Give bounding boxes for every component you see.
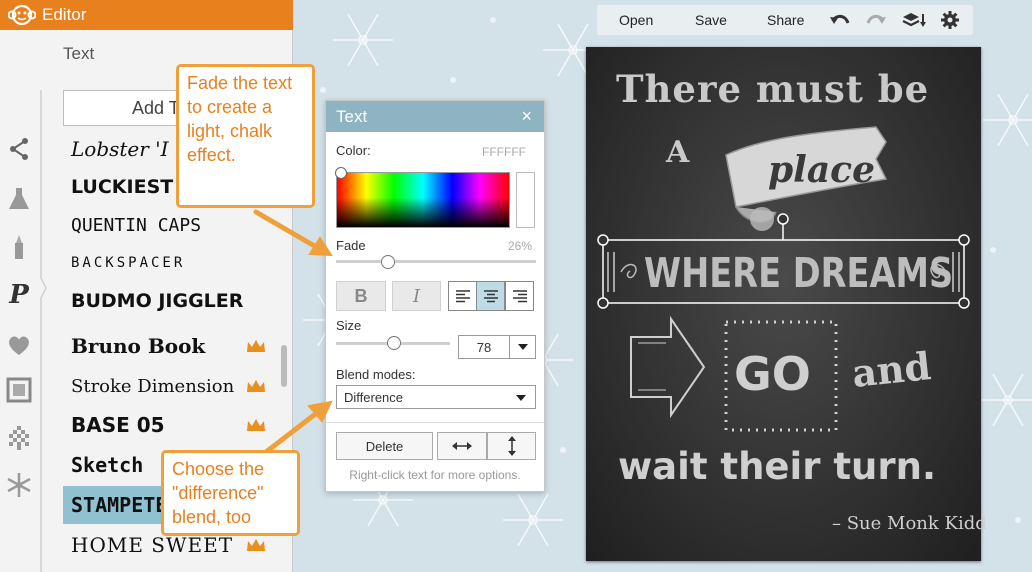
font-list-scrollbar[interactable] xyxy=(281,345,287,387)
font-item-budmo-jiggler[interactable]: BUDMO JIGGLER xyxy=(63,282,279,320)
effects-icon[interactable] xyxy=(4,134,34,164)
align-center-icon xyxy=(483,290,498,303)
color-picker-handle[interactable] xyxy=(335,167,347,179)
font-item-label: STAMPETE xyxy=(71,493,168,517)
poster-line-3: WHERE DREAMS xyxy=(644,249,954,297)
undo-icon[interactable] xyxy=(829,5,851,35)
bold-button[interactable]: B xyxy=(336,281,386,311)
delete-button[interactable]: Delete xyxy=(336,432,433,460)
poster-line-1: There must be xyxy=(616,67,930,111)
font-item-label: BUDMO JIGGLER xyxy=(71,290,244,312)
app-title: Editor xyxy=(42,5,87,24)
fade-slider-knob[interactable] xyxy=(381,255,395,269)
font-item-base-05[interactable]: BASE 05 xyxy=(63,406,279,444)
size-slider-knob[interactable] xyxy=(387,336,401,350)
blend-tip-callout: Choose the "difference" blend, too xyxy=(161,450,300,536)
flip-horizontal-button[interactable] xyxy=(437,432,487,460)
poster-line-2b: place xyxy=(768,149,875,191)
font-item-label: BASE 05 xyxy=(71,413,165,437)
align-left-button[interactable] xyxy=(448,281,477,311)
top-toolbar: Open Save Share xyxy=(597,5,973,35)
size-dropdown[interactable]: 78 xyxy=(458,335,536,359)
blend-mode-dropdown[interactable]: Difference xyxy=(336,385,536,409)
current-color-swatch[interactable] xyxy=(516,172,535,228)
premium-crown-icon xyxy=(247,539,265,551)
share-button[interactable]: Share xyxy=(767,5,804,35)
text-properties-dialog: Text × Color: FFFFFF Fade 26% B I Size 7… xyxy=(325,100,545,492)
font-item-label: HOME SWEET xyxy=(71,533,234,557)
panel-divider xyxy=(40,90,47,572)
font-item-bruno-book[interactable]: Bruno Book xyxy=(63,327,279,365)
align-center-button[interactable] xyxy=(476,281,505,311)
close-icon[interactable]: × xyxy=(521,106,532,127)
panel-title: Text xyxy=(63,44,95,63)
dialog-hint: Right-click text for more options. xyxy=(349,468,521,482)
align-right-button[interactable] xyxy=(505,281,534,311)
flip-vertical-button[interactable] xyxy=(487,432,536,460)
touch-up-icon[interactable] xyxy=(4,232,34,262)
blend-tip-text: Choose the "difference" blend, too xyxy=(172,459,265,527)
dialog-divider xyxy=(326,422,544,423)
premium-crown-icon xyxy=(247,340,265,352)
italic-button[interactable]: I xyxy=(392,281,441,311)
textures-icon[interactable] xyxy=(4,423,34,453)
blend-modes-label: Blend modes: xyxy=(336,367,416,382)
size-value: 78 xyxy=(476,339,492,355)
chevron-down-icon xyxy=(516,395,526,401)
size-label: Size xyxy=(336,318,362,333)
poster-line-4b: and xyxy=(849,343,933,396)
poster-attribution: – Sue Monk Kidd xyxy=(832,513,987,534)
lab-icon[interactable] xyxy=(4,184,34,214)
font-item-backspacer[interactable]: BACKSPACER xyxy=(63,244,279,282)
premium-crown-icon xyxy=(247,380,265,392)
fade-slider[interactable] xyxy=(336,260,536,263)
app-titlebar: Editor xyxy=(0,0,293,30)
font-item-label: QUENTIN CAPS xyxy=(71,214,202,236)
fade-tip-text: Fade the text to create a light, chalk e… xyxy=(187,73,293,165)
tool-rail: P xyxy=(0,30,40,572)
font-item-label: Sketch xyxy=(71,453,144,477)
color-hex-value[interactable]: FFFFFF xyxy=(482,145,526,159)
fade-label: Fade xyxy=(336,238,366,253)
align-left-icon xyxy=(455,290,470,303)
dialog-title: Text xyxy=(336,106,368,126)
color-label: Color: xyxy=(336,143,371,158)
layers-icon[interactable] xyxy=(901,5,927,35)
font-item-label: Bruno Book xyxy=(71,334,206,358)
stickers-icon[interactable] xyxy=(4,330,34,360)
themes-icon[interactable] xyxy=(4,470,34,500)
poster-line-5: wait their turn. xyxy=(618,445,937,488)
poster-line-2a: A xyxy=(666,135,690,170)
poster-line-4a: GO xyxy=(734,347,811,401)
premium-crown-icon xyxy=(247,419,265,431)
font-item-label: BACKSPACER xyxy=(71,255,186,271)
flip-vertical-icon xyxy=(507,436,516,456)
flip-horizontal-icon xyxy=(452,442,472,450)
chevron-down-icon[interactable] xyxy=(509,336,535,358)
chalk-arrow-icon xyxy=(630,315,706,419)
settings-gear-icon[interactable] xyxy=(941,5,959,35)
blend-mode-value: Difference xyxy=(344,389,404,405)
text-icon[interactable]: P xyxy=(4,280,34,310)
font-item-stroke-dimension[interactable]: Stroke Dimension xyxy=(63,367,279,405)
font-item-quentin-caps[interactable]: QUENTIN CAPS xyxy=(63,206,279,244)
chalkboard-poster[interactable]: There must be A place WHERE DREAMS GO an… xyxy=(586,47,987,561)
color-spectrum-picker[interactable] xyxy=(335,167,510,228)
align-right-icon xyxy=(512,290,527,303)
frames-icon[interactable] xyxy=(4,375,34,405)
fade-tip-callout: Fade the text to create a light, chalk e… xyxy=(176,64,315,208)
font-item-label: Stroke Dimension xyxy=(71,375,235,397)
save-button[interactable]: Save xyxy=(695,5,727,35)
redo-icon[interactable] xyxy=(865,5,887,35)
fade-value: 26% xyxy=(508,239,533,253)
open-button[interactable]: Open xyxy=(619,5,653,35)
dialog-header: Text × xyxy=(326,101,544,132)
picmonkey-logo-icon xyxy=(8,4,36,26)
